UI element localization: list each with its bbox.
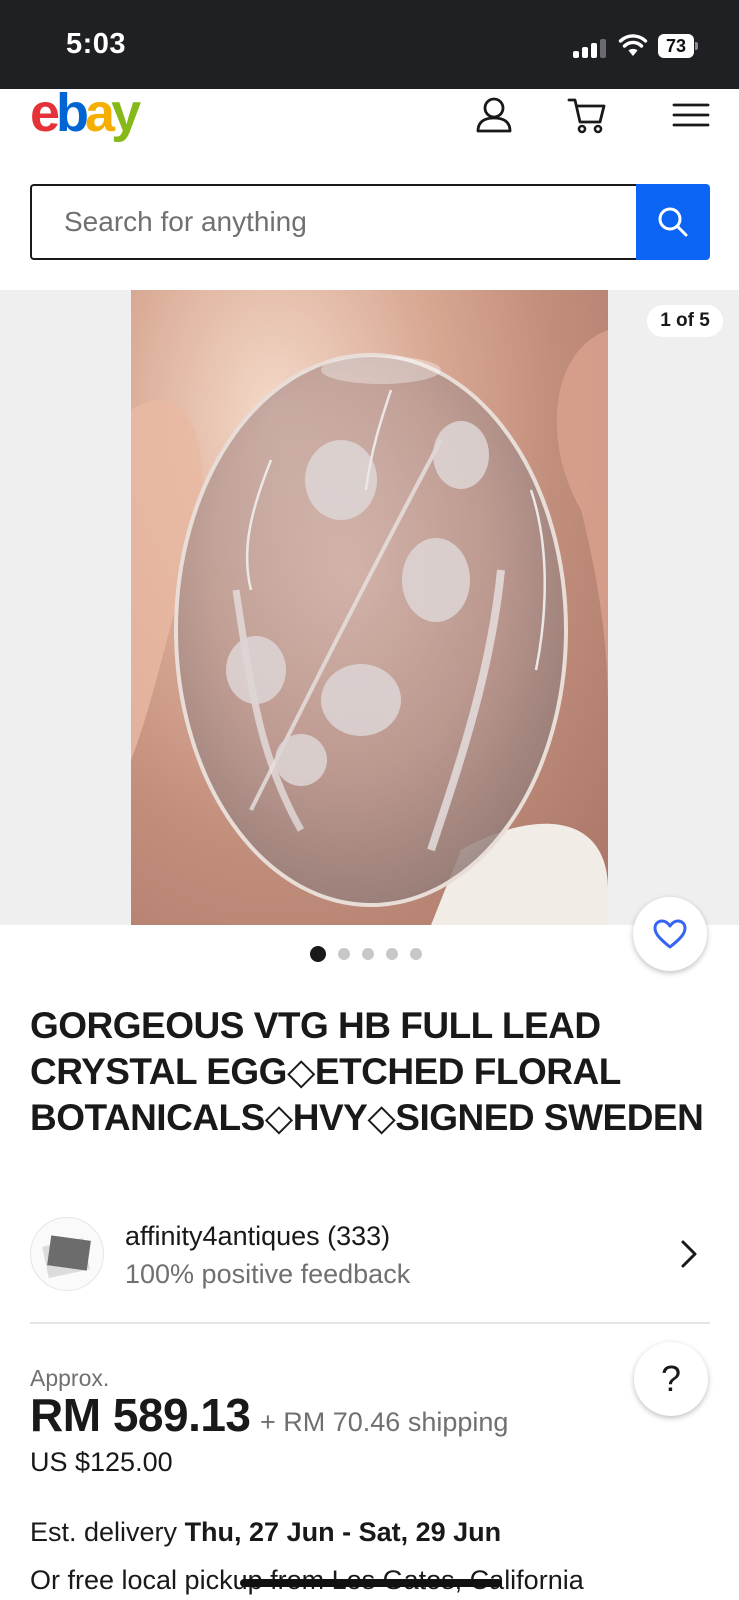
shipping-cost: + RM 70.46 shipping: [260, 1407, 509, 1437]
carousel-dots: [310, 946, 422, 962]
seller-info[interactable]: affinity4antiques (333) 100% positive fe…: [30, 1215, 710, 1293]
ebay-logo[interactable]: ebay: [30, 86, 141, 140]
carousel-dot[interactable]: [386, 948, 398, 960]
delivery-dates: Thu, 27 Jun - Sat, 29 Jun: [184, 1517, 502, 1547]
seller-feedback: 100% positive feedback: [125, 1259, 411, 1289]
seller-name[interactable]: affinity4antiques (333): [125, 1221, 390, 1252]
search-icon: [658, 207, 688, 237]
image-counter: 1 of 5: [647, 305, 723, 337]
home-indicator[interactable]: [240, 1579, 502, 1587]
item-price: RM 589.13: [30, 1389, 251, 1441]
battery-icon: 73: [658, 34, 698, 58]
help-button[interactable]: ?: [634, 1342, 708, 1416]
carousel-dot[interactable]: [310, 946, 326, 962]
cart-icon[interactable]: [567, 95, 607, 135]
carousel-dot[interactable]: [362, 948, 374, 960]
search-input[interactable]: [32, 186, 636, 258]
watch-button[interactable]: [633, 897, 707, 971]
delivery-label: Est. delivery: [30, 1517, 185, 1547]
image-gallery[interactable]: [0, 290, 739, 925]
status-bar: 5:03 73: [0, 0, 739, 89]
estimated-delivery: Est. delivery Thu, 27 Jun - Sat, 29 Jun: [30, 1517, 501, 1548]
battery-level: 73: [658, 34, 694, 58]
cellular-signal-icon: [573, 38, 607, 58]
crystal-egg-photo: [131, 330, 608, 925]
item-title: GORGEOUS VTG HB FULL LEAD CRYSTAL EGG◇ET…: [30, 1005, 704, 1138]
seller-avatar: [30, 1217, 104, 1291]
usd-price: US $125.00: [30, 1447, 173, 1477]
chevron-right-icon[interactable]: [678, 1239, 700, 1269]
carousel-dot[interactable]: [410, 948, 422, 960]
menu-icon[interactable]: [671, 95, 711, 135]
wifi-icon: [618, 34, 648, 56]
divider: [30, 1322, 710, 1324]
product-image[interactable]: [131, 290, 608, 925]
account-icon[interactable]: [474, 95, 514, 135]
seller-logo-icon: [42, 1235, 91, 1279]
heart-icon: [653, 919, 687, 949]
status-time: 5:03: [66, 28, 127, 60]
search-button[interactable]: [636, 184, 710, 260]
search-field[interactable]: [30, 184, 636, 260]
carousel-dot[interactable]: [338, 948, 350, 960]
